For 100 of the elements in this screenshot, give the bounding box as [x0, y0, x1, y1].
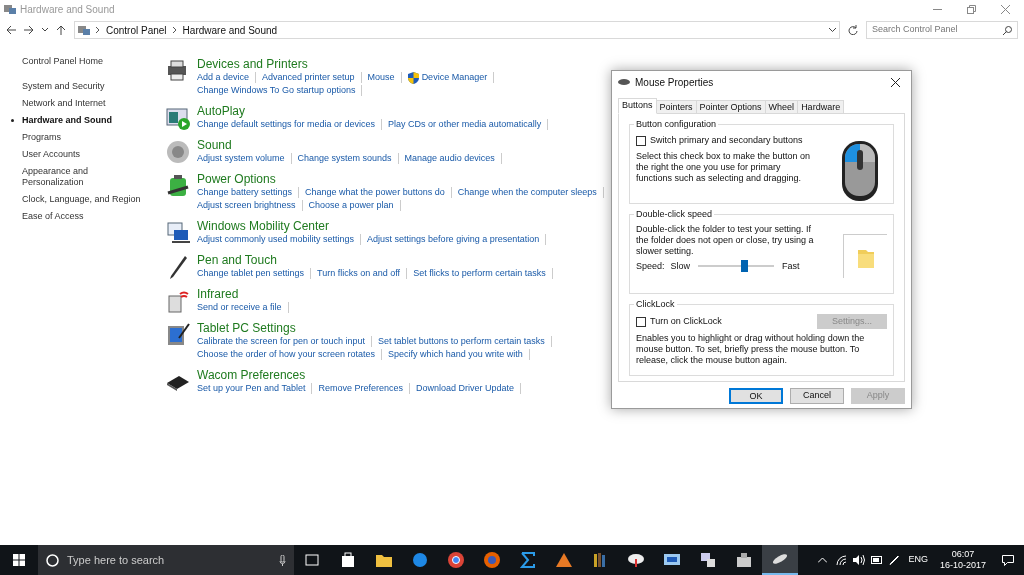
checkbox[interactable] — [636, 135, 646, 146]
taskbar-search-field[interactable]: Type here to search — [38, 545, 294, 575]
group-legend: Button configuration — [634, 118, 719, 131]
task-link[interactable]: Device Manager — [407, 71, 488, 84]
task-link[interactable]: Advanced printer setup — [262, 71, 355, 84]
pen-icon[interactable] — [889, 555, 900, 565]
checkbox[interactable] — [636, 316, 646, 327]
wifi-icon[interactable] — [836, 555, 848, 565]
chevron-icon — [172, 27, 177, 33]
slider-thumb[interactable] — [740, 260, 748, 272]
sidebar-item[interactable]: User Accounts — [10, 149, 147, 160]
refresh-icon[interactable] — [848, 25, 858, 35]
task-link[interactable]: Manage audio devices — [404, 152, 495, 165]
tab[interactable]: Hardware — [797, 100, 845, 114]
task-link[interactable]: Mouse — [367, 71, 395, 84]
task-link[interactable]: Calibrate the screen for pen or touch input — [197, 335, 366, 348]
control-panel-icon — [4, 4, 16, 14]
fast-label: Fast — [782, 260, 800, 274]
task-link[interactable]: Adjust commonly used mobility settings — [197, 233, 355, 246]
chevron-up-icon[interactable] — [818, 557, 828, 563]
section-title[interactable]: Wacom Preferences — [197, 368, 306, 382]
tab[interactable]: Pointers — [655, 100, 697, 114]
task-link[interactable]: Adjust screen brightness — [197, 199, 296, 212]
chevron-icon — [96, 27, 100, 33]
section-title[interactable]: Infrared — [197, 287, 239, 301]
section-title[interactable]: Sound — [197, 138, 232, 152]
dialog-button[interactable]: OK — [729, 388, 783, 404]
section-title[interactable]: Pen and Touch — [197, 253, 277, 267]
description-text: Select this check box to make the button on the right the one you use for primary functions such as selecting and dragging. — [636, 150, 812, 184]
task-link[interactable]: Change when the computer sleeps — [457, 186, 597, 199]
mouse-illustration — [841, 140, 879, 202]
sidebar-item[interactable]: Clock, Language, and Region — [10, 194, 147, 205]
task-link[interactable]: Adjust settings before giving a presentation — [367, 233, 540, 246]
clock-time[interactable]: 06:07 — [951, 549, 975, 560]
sidebar-item[interactable]: Network and Internet — [10, 98, 147, 109]
windows-logo-icon — [13, 554, 25, 566]
task-link[interactable]: Download Driver Update — [415, 382, 514, 395]
dropdown-icon[interactable] — [829, 28, 836, 32]
dialog-button[interactable]: Cancel — [790, 388, 844, 404]
tab[interactable]: Wheel — [764, 100, 799, 114]
speaker-icon — [165, 139, 191, 165]
sidebar-item[interactable]: Ease of Access — [10, 211, 147, 222]
minimize-icon — [932, 8, 942, 10]
task-link[interactable]: Turn flicks on and off — [317, 267, 401, 280]
section-title[interactable]: Tablet PC Settings — [197, 321, 296, 335]
task-link[interactable]: Change default settings for media or devices — [197, 118, 376, 131]
slow-label: Slow — [670, 260, 691, 274]
notification-icon[interactable] — [1002, 554, 1014, 566]
autoplay-icon — [165, 105, 191, 131]
group-legend: Double-click speed — [634, 208, 715, 221]
sidebar-item[interactable]: Appearance and Personalization — [10, 166, 147, 188]
task-link[interactable]: Change Windows To Go startup options — [197, 84, 356, 97]
sidebar-item[interactable]: System and Security — [10, 81, 147, 92]
forward-arrow-icon[interactable] — [24, 25, 34, 35]
back-arrow-icon[interactable] — [6, 25, 16, 35]
task-link[interactable]: Change system sounds — [297, 152, 392, 165]
search-field[interactable]: Search Control Panel — [866, 21, 1018, 39]
task-link[interactable]: Change battery settings — [197, 186, 293, 199]
window-title: Hardware and Sound — [20, 2, 116, 17]
sidebar-item[interactable]: Programs — [10, 132, 147, 143]
section-title[interactable]: Power Options — [197, 172, 276, 186]
volume-icon[interactable] — [853, 555, 866, 565]
sidebar-home-link[interactable]: Control Panel Home — [22, 56, 165, 67]
task-link[interactable]: Specify which hand you write with — [388, 348, 523, 361]
dialog-title: Mouse Properties — [635, 75, 715, 90]
address-bar[interactable]: Control Panel Hardware and Sound — [74, 21, 840, 39]
task-link[interactable]: Set tablet buttons to perform certain tasks — [378, 335, 545, 348]
language-indicator[interactable]: ENG — [908, 553, 928, 567]
task-link[interactable]: Choose a power plan — [308, 199, 394, 212]
breadcrumb-item[interactable]: Hardware and Sound — [182, 22, 278, 38]
search-icon — [1003, 25, 1012, 35]
task-link[interactable]: Change what the power buttons do — [305, 186, 445, 199]
task-link[interactable]: Choose the order of how your screen rotates — [197, 348, 376, 361]
close-icon — [1000, 4, 1010, 14]
task-link[interactable]: Send or receive a file — [197, 301, 282, 314]
dropdown-icon[interactable] — [42, 28, 48, 32]
mouse-icon[interactable] — [762, 545, 798, 575]
task-link[interactable]: Set up your Pen and Tablet — [197, 382, 306, 395]
microphone-icon — [279, 554, 286, 566]
control-panel-icon — [78, 25, 90, 35]
tablet-icon — [165, 322, 191, 348]
task-link[interactable]: Play CDs or other media automatically — [388, 118, 542, 131]
task-link[interactable]: Adjust system volume — [197, 152, 285, 165]
clock-date[interactable]: 16-10-2017 — [939, 560, 986, 571]
checkbox-label: Switch primary and secondary buttons — [650, 134, 803, 147]
speed-slider[interactable] — [698, 260, 775, 274]
section-title[interactable]: AutoPlay — [197, 104, 246, 118]
breadcrumb-item[interactable]: Control Panel — [106, 22, 167, 38]
section-title[interactable]: Devices and Printers — [197, 57, 308, 71]
task-link[interactable]: Change tablet pen settings — [197, 267, 305, 280]
section-title[interactable]: Windows Mobility Center — [197, 219, 330, 233]
battery-icon — [165, 173, 191, 199]
task-link[interactable]: Set flicks to perform certain tasks — [413, 267, 546, 280]
task-link[interactable]: Remove Preferences — [318, 382, 403, 395]
sidebar-item[interactable]: Hardware and Sound — [10, 115, 147, 126]
battery-icon[interactable] — [871, 556, 884, 564]
task-link[interactable]: Add a device — [197, 71, 250, 84]
tab[interactable]: Buttons — [618, 98, 657, 114]
up-arrow-icon[interactable] — [56, 25, 66, 35]
tab[interactable]: Pointer Options — [695, 100, 766, 114]
